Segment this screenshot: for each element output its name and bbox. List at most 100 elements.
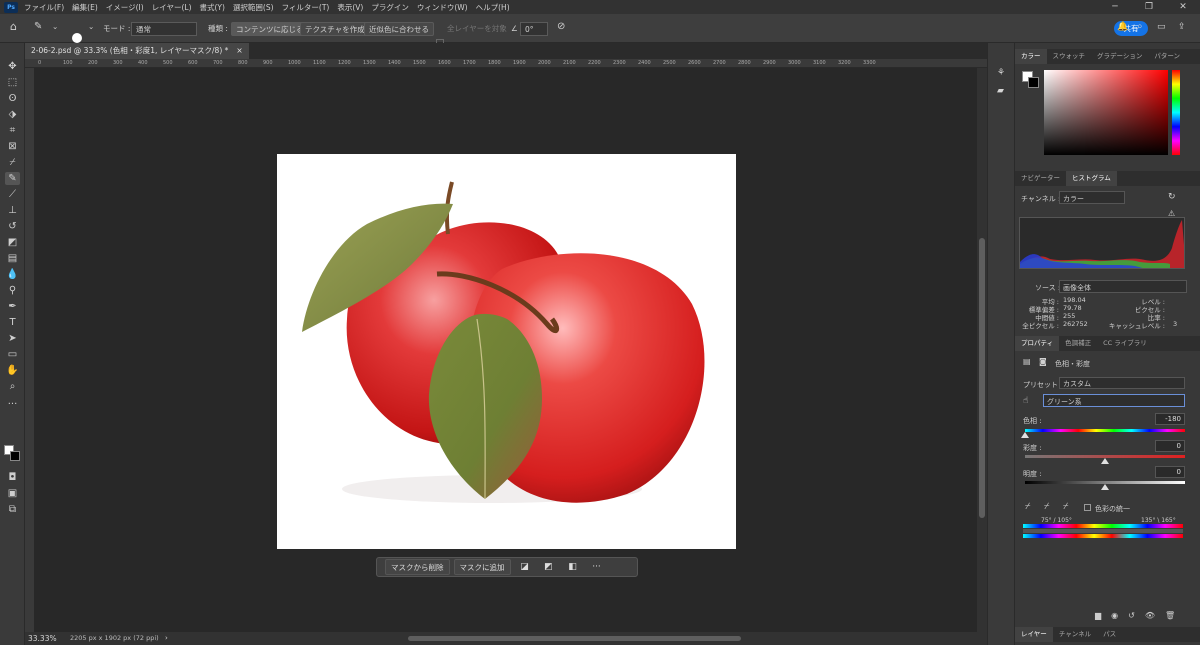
quick-mask-icon[interactable]: ◘ <box>5 471 20 484</box>
search-icon[interactable]: ⌕ <box>1137 20 1143 34</box>
view-previous-icon[interactable]: ◉ <box>1111 611 1118 620</box>
background-color-icon[interactable] <box>10 451 20 461</box>
menu-view[interactable]: 表示(V) <box>333 2 367 13</box>
home-icon[interactable]: ⌂ <box>10 20 17 34</box>
tab-cc-libraries[interactable]: CC ライブラリ <box>1097 336 1153 351</box>
hue-slider[interactable] <box>1172 70 1180 155</box>
menu-type[interactable]: 書式(Y) <box>196 2 229 13</box>
tab-swatches[interactable]: スウォッチ <box>1047 49 1092 64</box>
delete-icon[interactable]: 🗑 <box>1165 611 1175 620</box>
pressure-icon[interactable]: ⊘ <box>557 20 565 34</box>
mask-options-icon[interactable]: ◩ <box>539 562 559 572</box>
saturation-slider-thumb[interactable] <box>1101 458 1109 464</box>
brush-tool-icon[interactable]: ⟋ <box>5 188 20 201</box>
gradient-tool-icon[interactable]: ▤ <box>5 252 20 265</box>
stamp-tool-icon[interactable]: ⊥ <box>5 204 20 217</box>
color-field[interactable] <box>1044 70 1168 155</box>
canvas-area[interactable]: マスクから削除 マスクに追加 ◪ ◩ ◧ ··· <box>34 68 977 632</box>
bell-icon[interactable]: 🔔 <box>1117 20 1128 34</box>
source-select[interactable]: 画像全体 <box>1059 280 1187 293</box>
lightness-input[interactable]: 0 <box>1155 466 1185 478</box>
eraser-tool-icon[interactable]: ◩ <box>5 236 20 249</box>
tab-layers[interactable]: レイヤー <box>1015 627 1053 642</box>
tab-adjustments[interactable]: 色調補正 <box>1059 336 1097 351</box>
color-range-selector[interactable] <box>1023 529 1183 533</box>
tab-properties[interactable]: プロパティ <box>1015 336 1060 351</box>
menu-file[interactable]: ファイル(F) <box>20 2 68 13</box>
content-aware-button[interactable]: コンテンツに応じる <box>231 22 309 36</box>
add-to-mask-button[interactable]: マスクに追加 <box>453 559 511 575</box>
hand-tool-icon[interactable]: ✋ <box>5 364 20 377</box>
hue-input[interactable]: -180 <box>1155 413 1185 425</box>
eyedropper-plus-icon[interactable]: ⌿ <box>1044 502 1049 512</box>
menu-image[interactable]: イメージ(I) <box>102 2 148 13</box>
zoom-tool-icon[interactable]: ⌕ <box>5 380 20 393</box>
rectangle-tool-icon[interactable]: ▭ <box>5 348 20 361</box>
eyedropper-minus-icon[interactable]: ⌿ <box>1063 502 1068 512</box>
tab-patterns[interactable]: パターン <box>1148 49 1186 64</box>
tab-paths[interactable]: パス <box>1097 627 1122 642</box>
chevron-down-icon[interactable]: ⌄ <box>52 20 58 34</box>
invert-mask-icon[interactable]: ◪ <box>515 562 535 572</box>
lightness-slider-thumb[interactable] <box>1101 484 1109 490</box>
mode-select[interactable]: 通常 <box>131 22 197 36</box>
document-canvas[interactable] <box>277 154 736 549</box>
frame-tool-icon[interactable]: ⊠ <box>5 140 20 153</box>
tab-channels[interactable]: チャンネル <box>1053 627 1097 642</box>
saturation-input[interactable]: 0 <box>1155 440 1185 452</box>
healing-brush-tool-icon[interactable]: ✎ <box>5 172 20 185</box>
angle-input[interactable]: 0° <box>520 22 548 36</box>
vertical-scroll-thumb[interactable] <box>979 238 985 518</box>
screen-mode-icon[interactable]: ▣ <box>5 487 20 500</box>
mask-icon[interactable]: ◙ <box>1039 357 1047 366</box>
object-select-tool-icon[interactable]: ⬗ <box>5 108 20 121</box>
hue-slider-track[interactable] <box>1025 429 1185 432</box>
menu-plugins[interactable]: プラグイン <box>367 2 413 13</box>
crop-tool-icon[interactable]: ⌗ <box>5 124 20 137</box>
preset-select[interactable]: カスタム <box>1059 377 1185 389</box>
blur-tool-icon[interactable]: 💧 <box>5 268 20 281</box>
menu-help[interactable]: ヘルプ(H) <box>472 2 514 13</box>
edit-toolbar-icon[interactable]: ⧉ <box>5 503 20 516</box>
history-brush-tool-icon[interactable]: ↺ <box>5 220 20 233</box>
tab-color[interactable]: カラー <box>1015 49 1047 64</box>
reset-icon[interactable]: ↺ <box>1128 611 1135 620</box>
minimize-icon[interactable]: ─ <box>1098 0 1132 14</box>
refresh-icon[interactable]: ↻ <box>1168 192 1176 202</box>
background-swatch[interactable] <box>1028 77 1039 88</box>
tab-gradients[interactable]: グラデーション <box>1091 49 1148 64</box>
lasso-tool-icon[interactable]: ʘ <box>5 92 20 105</box>
tab-navigator[interactable]: ナビゲーター <box>1015 171 1066 186</box>
path-select-tool-icon[interactable]: ➤ <box>5 332 20 345</box>
dodge-tool-icon[interactable]: ⚲ <box>5 284 20 297</box>
brush-preview-icon[interactable] <box>72 33 82 43</box>
menu-layer[interactable]: レイヤー(L) <box>148 2 196 13</box>
marquee-tool-icon[interactable]: ⬚ <box>5 76 20 89</box>
pen-tool-icon[interactable]: ✒ <box>5 300 20 313</box>
menu-window[interactable]: ウィンドウ(W) <box>413 2 472 13</box>
comments-icon[interactable]: ▰ <box>997 87 1004 96</box>
colorize-checkbox[interactable] <box>1084 504 1091 511</box>
chevron-right-icon[interactable]: › <box>165 635 168 642</box>
close-tab-icon[interactable]: × <box>236 43 242 59</box>
vertical-scrollbar[interactable] <box>977 68 987 632</box>
target-adjust-hand-icon[interactable]: ☝ <box>1023 396 1028 406</box>
more-options-icon[interactable]: ··· <box>587 562 607 572</box>
menu-filter[interactable]: フィルター(T) <box>278 2 334 13</box>
more-tools-icon[interactable]: ··· <box>5 398 20 411</box>
eyedropper-tool-icon[interactable]: ⌿ <box>5 156 20 169</box>
clip-layer-icon[interactable]: ▆ <box>1095 611 1101 620</box>
horizontal-scroll-thumb[interactable] <box>408 636 741 641</box>
range-select[interactable]: グリーン系 <box>1043 394 1185 407</box>
move-tool-icon[interactable]: ✥ <box>5 60 20 73</box>
eyedropper-icon[interactable]: ⌿ <box>1025 502 1030 512</box>
chevron-down-icon[interactable]: ⌄ <box>88 20 94 34</box>
share-doc-icon[interactable]: ⇪ <box>1178 20 1186 34</box>
close-icon[interactable]: ✕ <box>1166 0 1200 14</box>
spot-healing-brush-icon[interactable]: ✎ <box>34 20 42 34</box>
workspace-icon[interactable]: ▭ <box>1157 20 1166 34</box>
document-tab[interactable]: 2-06-2.psd @ 33.3% (色相・彩度1, レイヤーマスク/8) *… <box>25 43 249 59</box>
channel-select[interactable]: カラー <box>1059 191 1125 204</box>
type-tool-icon[interactable]: T <box>5 316 20 329</box>
menu-edit[interactable]: 編集(E) <box>68 2 102 13</box>
